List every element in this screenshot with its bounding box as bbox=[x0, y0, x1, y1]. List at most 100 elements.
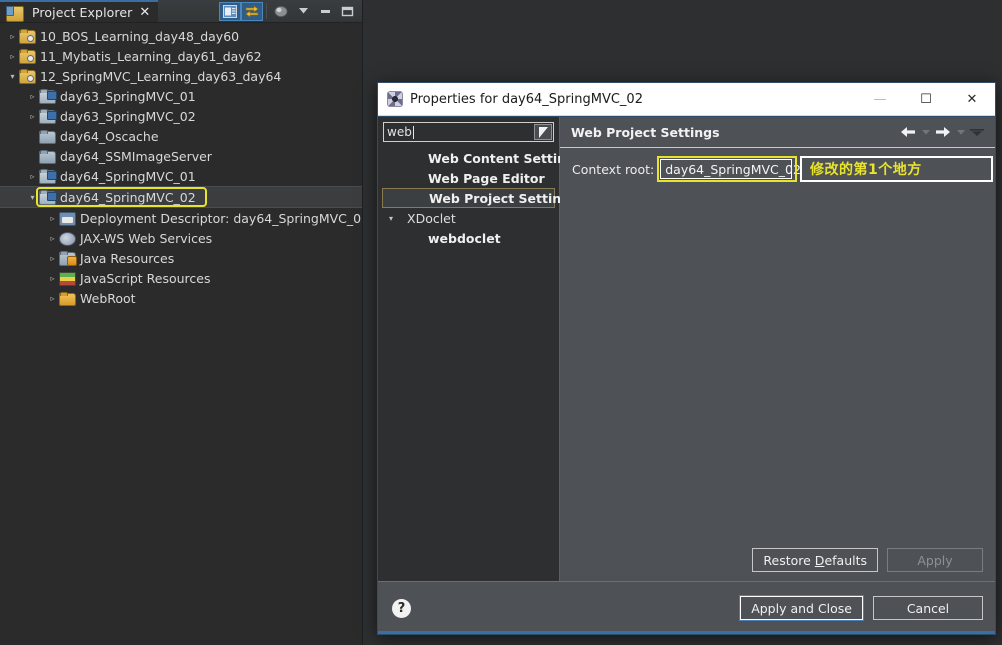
expand-arrow-closed-icon[interactable]: ▹ bbox=[46, 274, 59, 283]
restore-defaults-button[interactable]: Restore Defaults bbox=[752, 548, 878, 572]
dialog-title: Properties for day64_SpringMVC_02 bbox=[410, 91, 643, 107]
project-folder-icon-glyph bbox=[19, 69, 36, 84]
tree-item[interactable]: ▾ 12_SpringMVC_Learning_day63_day64 bbox=[0, 66, 362, 86]
close-button[interactable]: ✕ bbox=[949, 84, 995, 115]
tree-item-content: 12_SpringMVC_Learning_day63_day64 bbox=[19, 68, 287, 84]
expand-arrow-closed-icon[interactable]: ▹ bbox=[6, 52, 19, 61]
tree-item[interactable]: ▾ day64_SpringMVC_02 bbox=[0, 186, 362, 208]
expand-arrow-placeholder-icon: ▹ bbox=[385, 194, 399, 203]
expand-arrow-closed-icon[interactable]: ▹ bbox=[46, 214, 59, 223]
javascript-resources-icon bbox=[59, 270, 76, 286]
back-arrow-icon[interactable] bbox=[898, 123, 918, 141]
help-icon[interactable]: ? bbox=[392, 598, 411, 618]
tree-item[interactable]: ▹ WebRoot bbox=[0, 288, 362, 308]
dialog-body: web ▹ Web Content Settings ▹ Web Page Edito… bbox=[378, 116, 995, 581]
minimize-button[interactable]: — bbox=[857, 84, 903, 115]
expand-arrow-closed-icon[interactable]: ▹ bbox=[26, 132, 39, 141]
tree-item[interactable]: ▹ day63_SpringMVC_02 bbox=[0, 106, 362, 126]
forward-arrow-icon[interactable] bbox=[933, 123, 953, 141]
settings-nav-list[interactable]: ▹ Web Content Settings ▹ Web Page Editor ▹ We… bbox=[382, 148, 582, 248]
expand-arrow-closed-icon[interactable]: ▹ bbox=[26, 172, 39, 181]
tree-item-label: Deployment Descriptor: day64_SpringMVC_0… bbox=[80, 210, 362, 226]
settings-nav-label: XDoclet bbox=[407, 210, 456, 226]
context-root-input[interactable]: day64_SpringMVC_02 bbox=[660, 159, 801, 179]
filter-input[interactable]: web bbox=[384, 125, 412, 139]
web-project-icon bbox=[39, 168, 57, 184]
deployment-descriptor-icon-glyph bbox=[59, 212, 76, 226]
annotation-callout: 修改的第1个地方 bbox=[800, 156, 993, 182]
web-project-icon bbox=[39, 108, 57, 124]
focus-on-active-task-icon[interactable] bbox=[270, 2, 292, 21]
folder-icon-glyph bbox=[39, 150, 56, 164]
settings-nav-item[interactable]: ▹ Web Content Settings bbox=[382, 148, 582, 168]
expand-arrow-open-icon[interactable]: ▾ bbox=[6, 72, 19, 81]
context-root-row: Context root: day64_SpringMVC_02 修改的第1个地… bbox=[572, 156, 993, 182]
expand-arrow-closed-icon[interactable]: ▹ bbox=[26, 112, 39, 121]
tree-item-content: day64_SpringMVC_02 bbox=[36, 187, 207, 207]
filter-input-wrapper[interactable]: web bbox=[383, 122, 554, 142]
tree-item-label: 11_Mybatis_Learning_day61_day62 bbox=[40, 48, 262, 64]
maximize-button[interactable]: ☐ bbox=[903, 84, 949, 115]
tree-item-content: day63_SpringMVC_02 bbox=[39, 108, 202, 124]
cancel-button[interactable]: Cancel bbox=[873, 596, 983, 620]
view-menu-chevron-icon[interactable] bbox=[968, 123, 986, 141]
settings-nav-item[interactable]: ▾ XDoclet bbox=[382, 208, 555, 228]
expand-arrow-closed-icon[interactable]: ▹ bbox=[6, 32, 19, 41]
expand-arrow-open-icon[interactable]: ▾ bbox=[384, 214, 398, 223]
expand-arrow-closed-icon[interactable]: ▹ bbox=[46, 254, 59, 263]
maximize-glyph bbox=[341, 6, 353, 16]
settings-nav-item[interactable]: ▹ webdoclet bbox=[382, 228, 555, 248]
view-menu-icon[interactable] bbox=[219, 1, 241, 21]
settings-nav-item[interactable]: ▹ Web Page Editor bbox=[382, 168, 555, 188]
tree-item[interactable]: ▹ Deployment Descriptor: day64_SpringMVC_… bbox=[0, 208, 362, 228]
tree-item[interactable]: ▹ day64_Oscache bbox=[0, 126, 362, 146]
tree-item-content: Java Resources bbox=[59, 250, 180, 266]
tree-item[interactable]: ▹ JAX-WS Web Services bbox=[0, 228, 362, 248]
expand-arrow-closed-icon[interactable]: ▹ bbox=[46, 234, 59, 243]
toolbar-dropdown-icon[interactable] bbox=[292, 2, 314, 21]
tree-item-label: 10_BOS_Learning_day48_day60 bbox=[40, 28, 240, 44]
tree-item-content: 11_Mybatis_Learning_day61_day62 bbox=[19, 48, 268, 64]
tree-item[interactable]: ▹ 10_BOS_Learning_day48_day60 bbox=[0, 26, 362, 46]
chevron-down-icon bbox=[298, 8, 308, 14]
apply-and-close-button[interactable]: Apply and Close bbox=[739, 595, 864, 621]
restore-defaults-label: Restore Defaults bbox=[763, 552, 867, 568]
expand-arrow-closed-icon[interactable]: ▹ bbox=[46, 294, 59, 303]
ide-workbench: Project Explorer ✕ ▹ 10_BOS_Learning_day… bbox=[0, 0, 1002, 645]
expand-arrow-closed-icon[interactable]: ▹ bbox=[26, 152, 39, 161]
tree-item[interactable]: ▹ day63_SpringMVC_01 bbox=[0, 86, 362, 106]
link-with-editor-icon[interactable] bbox=[241, 1, 263, 21]
tree-item[interactable]: ▹ JavaScript Resources bbox=[0, 268, 362, 288]
close-icon[interactable]: ✕ bbox=[139, 6, 150, 19]
tree-item[interactable]: ▹ day64_SpringMVC_01 bbox=[0, 166, 362, 186]
project-explorer-icon bbox=[6, 4, 24, 22]
project-tree[interactable]: ▹ 10_BOS_Learning_day48_day60 ▹ 11_Mybatis_… bbox=[0, 22, 362, 645]
webroot-folder-icon-glyph bbox=[59, 292, 76, 306]
tab-project-explorer[interactable]: Project Explorer ✕ bbox=[0, 0, 159, 22]
clear-filter-icon[interactable] bbox=[534, 124, 552, 140]
text-caret bbox=[412, 125, 414, 139]
maximize-icon[interactable] bbox=[336, 2, 358, 21]
tree-item-content: day64_SpringMVC_01 bbox=[39, 168, 202, 184]
settings-nav-item[interactable]: ▹ Web Project Settings bbox=[382, 188, 578, 208]
project-folder-icon bbox=[19, 48, 36, 64]
dialog-accent-bar bbox=[378, 631, 995, 634]
tree-item-label: day64_SpringMVC_01 bbox=[60, 168, 196, 184]
java-resources-icon-glyph bbox=[59, 251, 77, 266]
properties-dialog: Properties for day64_SpringMVC_02 — ☐ ✕ … bbox=[377, 82, 996, 635]
back-dropdown-icon[interactable] bbox=[919, 123, 932, 141]
dialog-title-bar[interactable]: Properties for day64_SpringMVC_02 — ☐ ✕ bbox=[378, 83, 995, 116]
tree-item[interactable]: ▹ Java Resources bbox=[0, 248, 362, 268]
forward-dropdown-icon[interactable] bbox=[954, 123, 967, 141]
apply-button[interactable]: Apply bbox=[887, 548, 983, 572]
tree-item-content: JavaScript Resources bbox=[59, 270, 216, 286]
folder-icon bbox=[39, 148, 56, 164]
context-root-label: Context root: bbox=[572, 161, 655, 177]
tree-item[interactable]: ▹ 11_Mybatis_Learning_day61_day62 bbox=[0, 46, 362, 66]
project-explorer-view: Project Explorer ✕ ▹ 10_BOS_Learning_day… bbox=[0, 0, 363, 645]
link-with-editor-glyph bbox=[245, 4, 259, 18]
expand-arrow-closed-icon[interactable]: ▹ bbox=[26, 92, 39, 101]
minimize-icon[interactable] bbox=[314, 2, 336, 21]
project-folder-icon bbox=[19, 68, 36, 84]
tree-item[interactable]: ▹ day64_SSMImageServer bbox=[0, 146, 362, 166]
